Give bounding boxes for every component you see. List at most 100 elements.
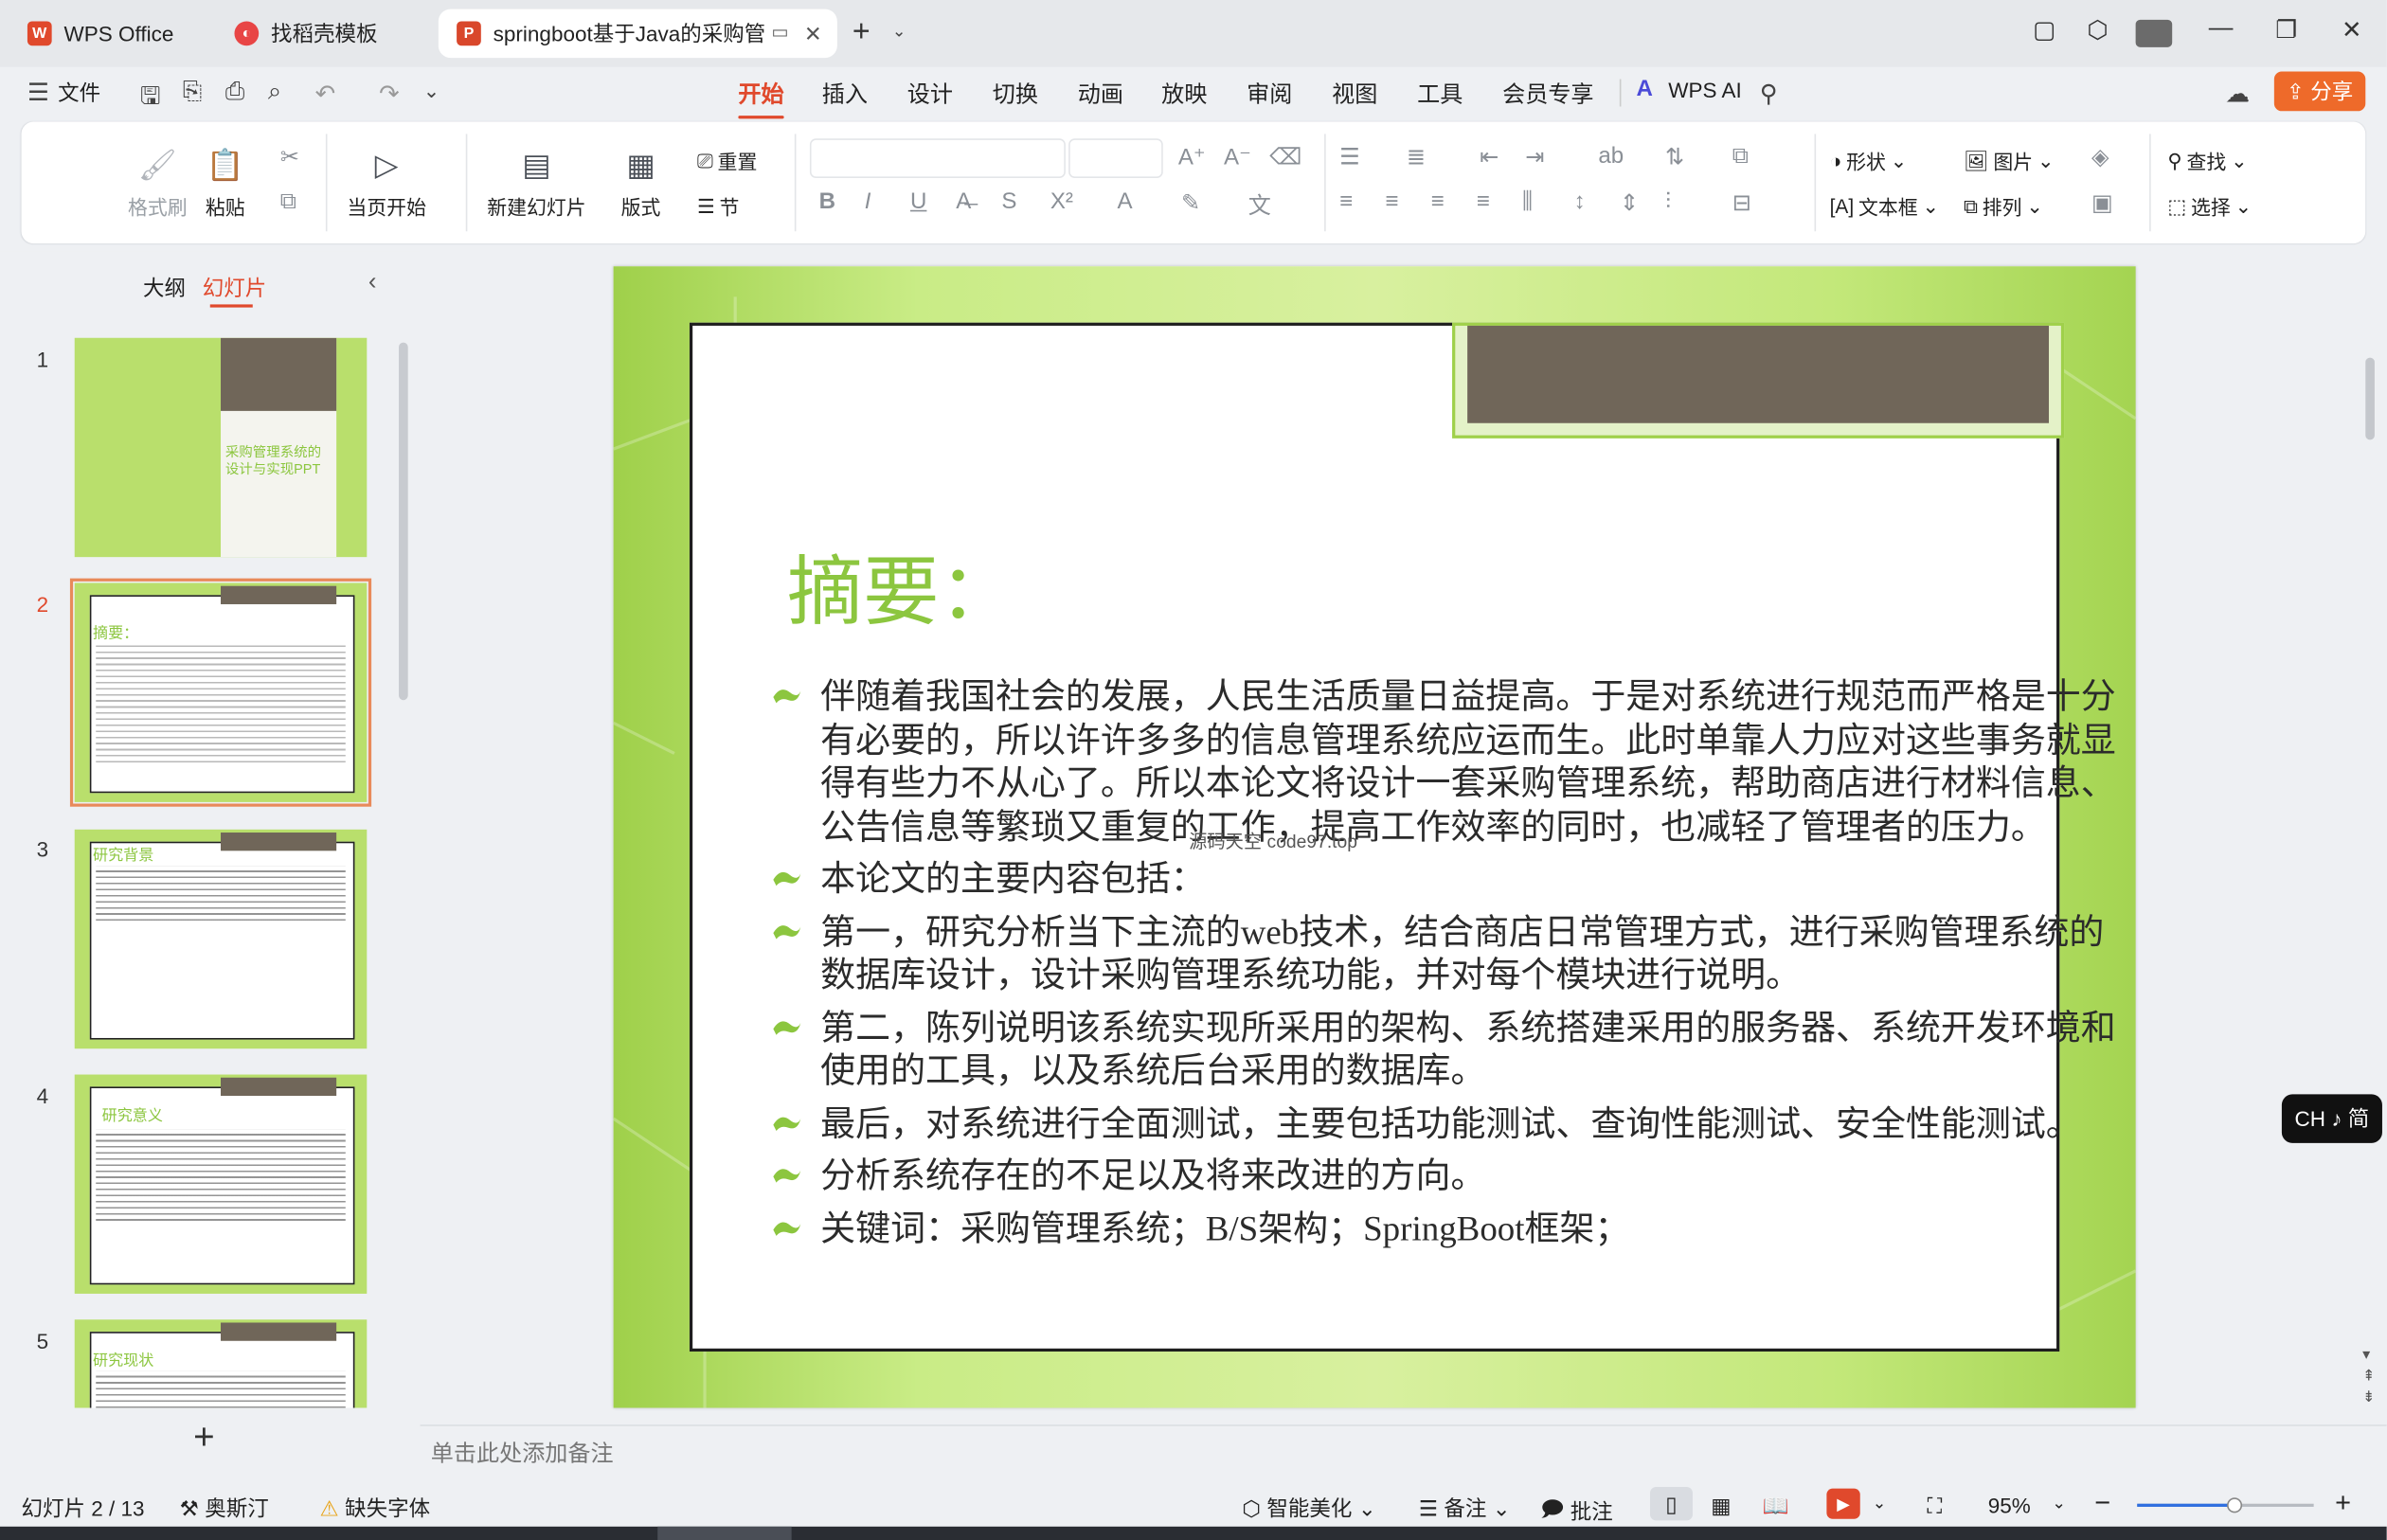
taskbar-active-app[interactable] xyxy=(657,1526,792,1540)
ime-indicator[interactable]: CH ♪ 简 xyxy=(2281,1094,2382,1143)
share-button[interactable]: ⇪ 分享 xyxy=(2273,71,2366,112)
window-layout-icon[interactable]: ▢ xyxy=(2028,15,2061,45)
text-direction-icon[interactable]: ab xyxy=(1598,143,1624,169)
text-fit-icon[interactable]: ⧉ xyxy=(1732,143,1749,169)
superscript-icon[interactable]: X² xyxy=(1050,188,1073,214)
canvas-scrollbar[interactable] xyxy=(2365,357,2375,440)
fill-icon[interactable]: ◈ xyxy=(2091,143,2109,170)
hamburger-icon[interactable]: ☰ xyxy=(27,78,49,108)
bullet-list-icon[interactable]: ☰ xyxy=(1339,143,1360,170)
shadow-icon[interactable]: S xyxy=(1001,188,1016,214)
tab-tools[interactable]: 工具 xyxy=(1417,78,1463,110)
font-family-select[interactable] xyxy=(809,138,1066,179)
smart-beautify-button[interactable]: ⬡ 智能美化 ⌄ xyxy=(1242,1493,1375,1523)
clear-format-icon[interactable]: ⌫ xyxy=(1269,143,1301,170)
add-slide-button[interactable]: + xyxy=(193,1417,215,1459)
missing-font-button[interactable]: ⚠ 缺失字体 xyxy=(319,1493,430,1523)
number-list-icon[interactable]: ≣ xyxy=(1407,143,1426,170)
wps-ai-button[interactable]: WPS AI xyxy=(1668,78,1742,102)
layout-button[interactable]: ▦ 版式 xyxy=(619,143,662,221)
chevron-down-icon[interactable]: ⌄ xyxy=(1873,1493,1887,1513)
theme-button[interactable]: ⚒ 奥斯汀 xyxy=(180,1493,269,1523)
tab-docer[interactable]: ◐ 找稻壳模板 xyxy=(216,9,429,58)
tab-insert[interactable]: 插入 xyxy=(822,78,868,110)
cube-icon[interactable]: ⬡ xyxy=(2081,15,2114,45)
reading-view-icon[interactable]: 📖 xyxy=(1763,1493,1789,1518)
underline-icon[interactable]: U xyxy=(910,188,926,214)
highlight-icon[interactable]: ✎ xyxy=(1181,188,1200,216)
tab-member[interactable]: 会员专享 xyxy=(1502,78,1593,110)
indent-icon[interactable]: ⇥ xyxy=(1525,143,1544,170)
restore-icon[interactable]: ❐ xyxy=(2270,15,2303,45)
font-size-select[interactable] xyxy=(1068,138,1163,179)
picture-button[interactable]: 🖼 图片 ⌄ xyxy=(1964,146,2055,175)
normal-view-button[interactable]: ▯ xyxy=(1649,1487,1693,1521)
font-color-icon[interactable]: A xyxy=(1118,188,1133,214)
outdent-icon[interactable]: ⇤ xyxy=(1480,143,1499,170)
tab-home[interactable]: 开始 xyxy=(738,78,784,119)
select-button[interactable]: ⬚ 选择 ⌄ xyxy=(2167,191,2252,221)
justify-icon[interactable]: ≡ xyxy=(1477,188,1490,214)
cut-icon[interactable]: ✂ xyxy=(280,143,299,170)
outline-icon[interactable]: ▣ xyxy=(2091,188,2113,216)
play-from-current-button[interactable]: ▷ 当页开始 xyxy=(347,143,426,221)
tab-presentation[interactable]: P springboot基于Java的采购管 ▭ ✕ xyxy=(438,9,837,59)
play-slideshow-button[interactable]: ▶ xyxy=(1826,1488,1860,1519)
paste-button[interactable]: 📋 粘贴 xyxy=(204,143,246,221)
format-painter-button[interactable]: 🖌 格式刷 xyxy=(128,143,188,221)
section-button[interactable]: ☰ 节 xyxy=(697,191,739,221)
print-preview-icon[interactable]: ⌕ xyxy=(268,80,281,107)
tab-transition[interactable]: 切换 xyxy=(993,78,1038,110)
minimize-icon[interactable]: — xyxy=(2204,15,2237,43)
search-icon[interactable]: ⚲ xyxy=(1760,80,1778,110)
italic-icon[interactable]: I xyxy=(865,188,871,214)
distribute-icon[interactable]: ⫼ xyxy=(1522,188,1533,214)
collapse-panel-icon[interactable]: ‹ xyxy=(368,269,377,296)
vertical-align-icon[interactable]: ⊟ xyxy=(1732,188,1751,216)
para-spacing-icon[interactable]: ⇕ xyxy=(1620,188,1639,216)
align-center-icon[interactable]: ≡ xyxy=(1385,188,1398,214)
slide-thumbnail-3[interactable]: 研究背景 xyxy=(74,829,368,1049)
zoom-in-icon[interactable]: + xyxy=(2335,1487,2351,1519)
undo-icon[interactable]: ↶ xyxy=(315,80,336,110)
bold-icon[interactable]: B xyxy=(819,188,835,214)
zoom-slider[interactable] xyxy=(2137,1497,2314,1513)
more-quick-icon[interactable]: ⌄ xyxy=(423,80,440,104)
slide-thumbnail-4[interactable]: 研究意义 xyxy=(74,1074,368,1294)
redo-icon[interactable]: ↷ xyxy=(379,80,400,110)
slides-tab[interactable]: 幻灯片 xyxy=(203,273,266,303)
align-left-icon[interactable]: ≡ xyxy=(1339,188,1353,214)
slide-title[interactable]: 摘要： xyxy=(787,531,1015,641)
slide-thumbnail-1[interactable]: 采购管理系统的设计与实现PPT xyxy=(74,337,368,558)
arrange-button[interactable]: ⧉ 排列 ⌄ xyxy=(1964,191,2043,221)
reset-button[interactable]: ⎚ 重置 xyxy=(697,146,757,175)
strike-icon[interactable]: A̶ xyxy=(956,188,971,214)
find-button[interactable]: ⚲ 查找 ⌄ xyxy=(2167,146,2247,175)
columns-icon[interactable]: ⫶ xyxy=(1665,188,1671,214)
cloud-icon[interactable]: ☁ xyxy=(2225,80,2250,110)
new-slide-button[interactable]: ▤ 新建幻灯片 xyxy=(487,143,585,221)
chevron-down-icon[interactable]: ⌄ xyxy=(2052,1493,2066,1513)
increase-font-icon[interactable]: A⁺ xyxy=(1178,143,1206,170)
export-icon[interactable]: ⎘ xyxy=(183,80,203,107)
slide-thumbnail-5[interactable]: 研究现状 xyxy=(74,1319,368,1408)
close-window-icon[interactable]: ✕ xyxy=(2335,15,2368,45)
file-menu[interactable]: 文件 xyxy=(58,78,100,108)
align-right-icon[interactable]: ≡ xyxy=(1431,188,1445,214)
slide-canvas[interactable]: 摘要： 伴随着我国社会的发展，人民生活质量日益提高。于是对系统进行规范而严格是十… xyxy=(613,266,2136,1408)
zoom-slider-thumb[interactable] xyxy=(2226,1497,2242,1513)
tab-view[interactable]: 视图 xyxy=(1332,78,1377,110)
tab-animation[interactable]: 动画 xyxy=(1078,78,1123,110)
zoom-level[interactable]: 95% xyxy=(1988,1493,2031,1517)
line-spacing-icon[interactable]: ↕ xyxy=(1574,188,1586,214)
tab-design[interactable]: 设计 xyxy=(907,78,953,110)
tab-wps-office[interactable]: W WPS Office xyxy=(9,9,210,58)
textbox-button[interactable]: [A] 文本框 ⌄ xyxy=(1830,191,1939,221)
print-icon[interactable]: ⎙ xyxy=(225,80,245,107)
comments-button[interactable]: 🗩 批注 xyxy=(1540,1493,1612,1530)
tab-review[interactable]: 审阅 xyxy=(1247,78,1292,110)
notes-toggle-button[interactable]: ☰ 备注 ⌄ xyxy=(1419,1493,1511,1523)
avatar[interactable] xyxy=(2135,19,2173,47)
phonetic-icon[interactable]: 文 xyxy=(1248,188,1271,221)
outline-tab[interactable]: 大纲 xyxy=(143,273,186,303)
